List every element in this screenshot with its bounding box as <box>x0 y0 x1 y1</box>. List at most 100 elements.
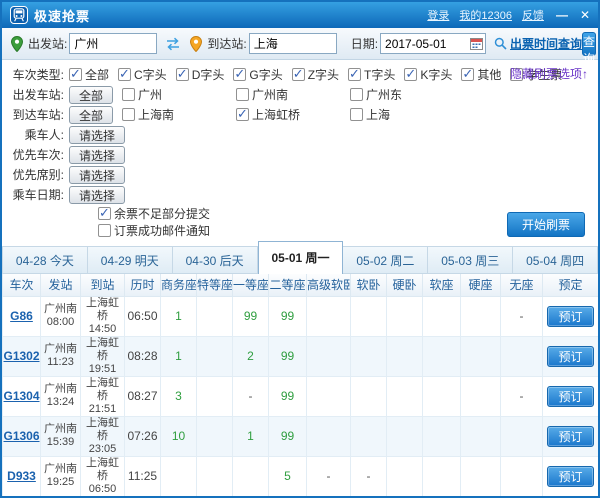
date-tab[interactable]: 04-28 今天 <box>2 246 88 274</box>
depart-time: 11:23 <box>41 356 80 369</box>
ticket-time-query-link[interactable]: 出票时间查询 <box>510 35 582 52</box>
train-type-row: 车次类型: 全部C字头D字头G字头Z字头T字头K字头其他学生票 <box>2 65 598 84</box>
calendar-icon[interactable] <box>470 37 483 50</box>
train-type-option-label: K字头 <box>420 66 452 83</box>
column-header: 无座 <box>501 274 543 296</box>
arrive-station-label: 到达车站: <box>2 106 64 123</box>
train-type-option-label: 其他 <box>477 66 501 83</box>
from-cell: 广州南15:39 <box>41 416 81 456</box>
seat-cell: - <box>351 456 387 496</box>
train-type-option[interactable]: Z字头 <box>292 66 339 83</box>
extra-option[interactable]: 订票成功邮件通知 <box>98 222 210 239</box>
extra-option[interactable]: 余票不足部分提交 <box>98 205 210 222</box>
hide-options-link[interactable]: 隐藏刷票选项↑ <box>510 65 588 82</box>
train-number-link[interactable]: G86 <box>10 309 33 323</box>
seat-value: 99 <box>281 429 294 443</box>
book-cell: 预订 <box>543 376 599 416</box>
book-button[interactable]: 预订 <box>547 306 593 327</box>
train-cell: G1306 <box>3 416 41 456</box>
checkbox-icon <box>461 68 474 81</box>
train-type-option[interactable]: G字头 <box>233 66 282 83</box>
depart-time: 13:24 <box>41 396 80 409</box>
date-tab[interactable]: 04-30 后天 <box>173 246 258 274</box>
titlebar-link[interactable]: 反馈 <box>522 10 544 22</box>
column-header: 软卧 <box>351 274 387 296</box>
date-tab[interactable]: 05-03 周三 <box>428 246 513 274</box>
select-button[interactable]: 请选择 <box>69 146 125 164</box>
depart-station-option-label: 广州东 <box>366 86 402 103</box>
book-button[interactable]: 预订 <box>547 346 593 367</box>
select-button[interactable]: 请选择 <box>69 126 125 144</box>
seat-value: - <box>327 469 331 483</box>
from-input[interactable] <box>69 33 157 54</box>
titlebar-link[interactable]: 登录 <box>427 10 449 22</box>
swap-stations-icon[interactable] <box>165 37 181 51</box>
train-type-option[interactable]: D字头 <box>176 66 225 83</box>
seat-cell: 1 <box>161 296 197 336</box>
minimize-button[interactable]: — <box>556 9 568 21</box>
train-number-link[interactable]: G1302 <box>3 349 39 363</box>
seat-value: 1 <box>175 309 182 323</box>
seat-cell <box>387 416 423 456</box>
arrive-time: 14:50 <box>81 323 124 336</box>
to-cell: 上海虹桥21:51 <box>81 376 125 416</box>
seat-cell <box>307 416 351 456</box>
depart-station-options: 广州广州南广州东 <box>122 86 464 104</box>
train-app-icon <box>10 6 28 24</box>
seat-value: - <box>520 389 524 403</box>
depart-all-button[interactable]: 全部 <box>69 86 113 104</box>
seat-cell <box>387 456 423 496</box>
arrive-all-button[interactable]: 全部 <box>69 106 113 124</box>
date-tab[interactable]: 04-29 明天 <box>88 246 173 274</box>
from-station: 广州南 <box>41 463 80 476</box>
column-header: 商务座 <box>161 274 197 296</box>
seat-cell <box>423 416 461 456</box>
select-button[interactable]: 请选择 <box>69 186 125 204</box>
date-tab[interactable]: 05-01 周一 <box>258 241 344 274</box>
arrive-station-options: 上海南 上海虹桥上海 <box>122 106 464 124</box>
to-input[interactable] <box>249 33 337 54</box>
train-number-link[interactable]: G1306 <box>3 429 39 443</box>
close-button[interactable]: ✕ <box>580 9 590 21</box>
seat-value: 99 <box>244 309 257 323</box>
train-number-link[interactable]: G1304 <box>3 389 39 403</box>
train-number-link[interactable]: D933 <box>7 469 36 483</box>
to-label: 到达站: <box>207 35 246 52</box>
search-bar: 出发站: 到达站: 日期: 出票时间查询 查询 <box>2 28 598 60</box>
book-button[interactable]: 预订 <box>547 386 593 407</box>
depart-station-option[interactable]: 广州 <box>122 86 236 103</box>
column-header: 历时 <box>125 274 161 296</box>
to-cell: 上海虹桥19:51 <box>81 336 125 376</box>
book-button[interactable]: 预订 <box>547 466 593 487</box>
start-grab-button[interactable]: 开始刷票 <box>507 212 585 237</box>
checkbox-icon <box>122 88 135 101</box>
select-button[interactable]: 请选择 <box>69 166 125 184</box>
depart-station-option[interactable]: 广州东 <box>350 86 464 103</box>
arrive-station-option[interactable]: 上海虹桥 <box>236 106 350 123</box>
seat-value: 2 <box>247 349 254 363</box>
arrive-station-option-label: 上海南 <box>138 106 174 123</box>
seat-cell <box>501 416 543 456</box>
train-type-option[interactable]: 其他 <box>461 66 501 83</box>
train-type-option[interactable]: 全部 <box>69 66 109 83</box>
query-button[interactable]: 查询 <box>582 32 596 56</box>
seat-cell <box>423 336 461 376</box>
titlebar-link[interactable]: 我的12306 <box>459 10 512 22</box>
train-type-option[interactable]: C字头 <box>118 66 167 83</box>
seat-value: 1 <box>247 429 254 443</box>
train-type-option[interactable]: T字头 <box>348 66 395 83</box>
train-type-option-label: 全部 <box>85 66 109 83</box>
arrive-station-option[interactable]: 上海 <box>350 106 464 123</box>
select-rows: 乘车人:请选择优先车次:请选择优先席别:请选择乘车日期:请选择 <box>2 125 598 204</box>
train-type-option[interactable]: K字头 <box>404 66 452 83</box>
depart-station-option[interactable]: 广州南 <box>236 86 350 103</box>
arrive-station-option[interactable]: 上海南 <box>122 106 236 123</box>
arrive-time: 19:51 <box>81 363 124 376</box>
train-type-options: 全部C字头D字头G字头Z字头T字头K字头其他学生票 <box>69 66 571 84</box>
column-header: 高级软卧 <box>307 274 351 296</box>
book-button[interactable]: 预订 <box>547 426 593 447</box>
date-tab[interactable]: 05-04 周四 <box>513 246 598 274</box>
date-tabs: 04-28 今天04-29 明天04-30 后天05-01 周一05-02 周二… <box>2 241 598 274</box>
date-tab[interactable]: 05-02 周二 <box>343 246 428 274</box>
checkbox-icon <box>236 88 249 101</box>
